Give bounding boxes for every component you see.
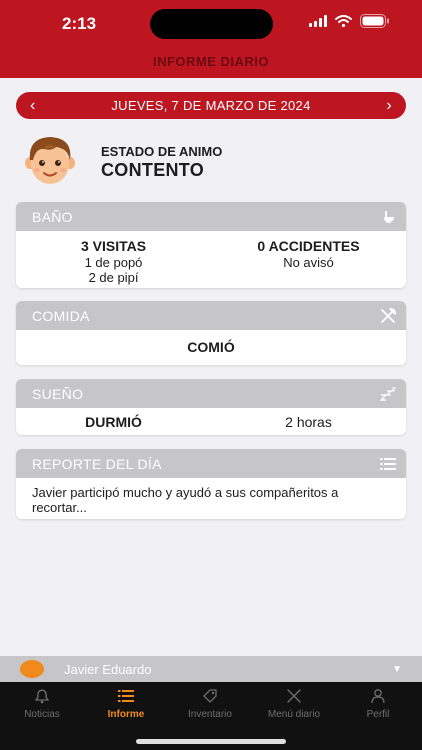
child-selector[interactable]: Javier Eduardo ▼ [0,656,422,682]
tab-noticias-label: Noticias [24,709,60,720]
potty-icon [384,210,394,223]
next-day-button[interactable]: › [386,97,392,115]
daily-report-card: REPORTE DEL DÍA Javier participó mucho y… [16,449,406,519]
mood-value: CONTENTO [101,160,205,180]
fork-knife-icon [287,689,301,703]
child-name: Javier Eduardo [64,661,152,677]
visits-column: 3 VISITAS 1 de popó 2 de pipí [16,238,211,285]
fork-knife-icon [381,307,396,323]
prev-day-button[interactable]: ‹ [30,97,36,115]
tab-noticias[interactable]: Noticias [0,688,84,720]
child-avatar-icon [25,137,75,184]
tag-icon [203,689,217,703]
date-navigator: ‹ JUEVES, 7 DE MARZO DE 2024 › [16,92,406,119]
sleep-card: SUEÑO DURMIÓ 2 horas [16,379,406,435]
user-icon [371,689,385,704]
app-header: 2:13 INFORME DIARIO [0,0,422,78]
list-icon [380,457,396,470]
daily-report-title: REPORTE DEL DÍA [32,455,162,472]
mood-label: ESTADO DE ANIMO [101,144,223,159]
sleep-card-title: SUEÑO [32,385,84,402]
sleep-duration: 2 horas [285,414,332,430]
tab-inventario[interactable]: Inventario [168,688,252,720]
accidents-detail: No avisó [283,255,334,270]
bathroom-card: BAÑO 3 VISITAS 1 de popó 2 de pipí 0 ACC… [16,202,406,288]
status-icons [309,14,390,28]
sleep-status: DURMIÓ [85,414,142,430]
current-date[interactable]: JUEVES, 7 DE MARZO DE 2024 [111,98,310,113]
status-time: 2:13 [62,14,97,33]
meal-status: COMIÓ [187,339,235,355]
report-list-icon [118,690,134,702]
signal-icon [309,15,327,27]
sleep-zzz-icon [380,386,396,401]
bathroom-card-title: BAÑO [32,208,73,225]
bathroom-card-header: BAÑO [16,202,406,231]
camera-notch [150,9,273,39]
tab-perfil-label: Perfil [366,709,390,720]
sleep-card-header: SUEÑO [16,379,406,408]
tab-perfil[interactable]: Perfil [336,688,420,720]
meal-card-title: COMIDA [32,307,90,324]
battery-icon [360,14,389,28]
tab-informe[interactable]: Informe [84,688,168,720]
tab-menu-diario-label: Menú diario [267,709,321,720]
child-color-dot [20,660,44,678]
sleep-card-body: DURMIÓ 2 horas [16,408,406,430]
wifi-icon [335,15,352,27]
tab-informe-label: Informe [107,709,145,720]
daily-report-text: Javier participó mucho y ayudó a sus com… [32,485,339,515]
mood-section: ESTADO DE ANIMO CONTENTO [16,128,406,192]
visits-detail-poop: 1 de popó [84,255,143,270]
bell-icon [34,689,50,704]
tab-inventario-label: Inventario [188,709,232,720]
chevron-down-icon: ▼ [392,663,402,675]
daily-report-header: REPORTE DEL DÍA [16,449,406,478]
bathroom-card-body: 3 VISITAS 1 de popó 2 de pipí 0 ACCIDENT… [16,231,406,285]
accidents-column: 0 ACCIDENTES No avisó [211,238,406,285]
accidents-count: 0 ACCIDENTES [257,238,360,254]
visits-count: 3 VISITAS [80,238,147,254]
page-title: INFORME DIARIO [152,54,270,69]
meal-card-header: COMIDA [16,301,406,330]
visits-detail-pee: 2 de pipí [88,270,139,285]
home-indicator [136,739,286,744]
meal-card: COMIDA COMIÓ [16,301,406,365]
tab-menu-diario[interactable]: Menú diario [252,688,336,720]
